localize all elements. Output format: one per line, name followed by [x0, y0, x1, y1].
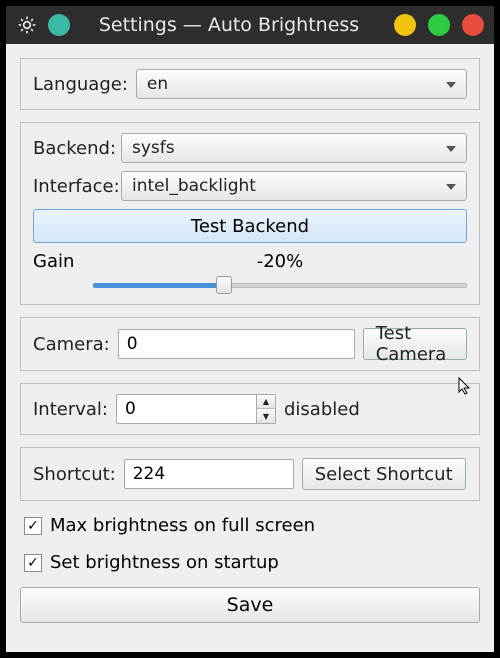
camera-input[interactable]	[118, 329, 355, 359]
max-brightness-label: Max brightness on full screen	[50, 515, 315, 536]
gain-label: Gain	[33, 251, 93, 272]
gain-value: -20%	[93, 251, 467, 272]
interval-spinner[interactable]: ▲ ▼	[116, 394, 276, 424]
backend-label: Backend:	[33, 138, 113, 159]
shortcut-input[interactable]	[124, 459, 294, 489]
startup-brightness-label: Set brightness on startup	[50, 552, 279, 573]
save-button[interactable]: Save	[20, 587, 480, 623]
interval-status: disabled	[284, 399, 360, 420]
spin-up-icon[interactable]: ▲	[257, 395, 275, 409]
interval-group: Interval: ▲ ▼ disabled	[20, 383, 480, 435]
brightness-icon	[16, 14, 38, 36]
interval-input[interactable]	[116, 394, 256, 424]
titlebar: Settings — Auto Brightness	[6, 6, 494, 44]
window-title: Settings — Auto Brightness	[80, 14, 384, 36]
cursor-icon	[457, 376, 473, 396]
shortcut-label: Shortcut:	[33, 464, 116, 485]
backend-select[interactable]: sysfs	[121, 133, 467, 163]
interface-label: Interface:	[33, 176, 113, 197]
checkbox-checked-icon[interactable]: ✓	[24, 554, 42, 572]
language-label: Language:	[33, 74, 128, 95]
test-camera-button[interactable]: Test Camera	[363, 328, 467, 360]
language-group: Language: en	[20, 58, 480, 110]
language-select[interactable]: en	[136, 69, 467, 99]
slider-thumb[interactable]	[216, 276, 232, 294]
gain-slider[interactable]	[93, 276, 467, 294]
maximize-button[interactable]	[428, 14, 450, 36]
spin-down-icon[interactable]: ▼	[257, 409, 275, 423]
select-shortcut-button[interactable]: Select Shortcut	[302, 458, 466, 490]
interface-select[interactable]: intel_backlight	[121, 171, 467, 201]
interval-label: Interval:	[33, 399, 108, 420]
camera-label: Camera:	[33, 334, 110, 355]
minimize-button[interactable]	[394, 14, 416, 36]
close-button[interactable]	[462, 14, 484, 36]
startup-brightness-checkbox-row[interactable]: ✓ Set brightness on startup	[20, 550, 480, 575]
max-brightness-checkbox-row[interactable]: ✓ Max brightness on full screen	[20, 513, 480, 538]
backend-group: Backend: sysfs Interface: intel_backligh…	[20, 122, 480, 305]
shortcut-group: Shortcut: Select Shortcut	[20, 447, 480, 501]
window-controls	[394, 14, 484, 36]
checkbox-checked-icon[interactable]: ✓	[24, 517, 42, 535]
test-backend-button[interactable]: Test Backend	[33, 209, 467, 243]
camera-group: Camera: Test Camera	[20, 317, 480, 371]
window-body: Language: en Backend: sysfs Interface: i…	[6, 44, 494, 652]
settings-window: Settings — Auto Brightness Language: en …	[0, 0, 500, 658]
app-status-dot	[48, 14, 70, 36]
